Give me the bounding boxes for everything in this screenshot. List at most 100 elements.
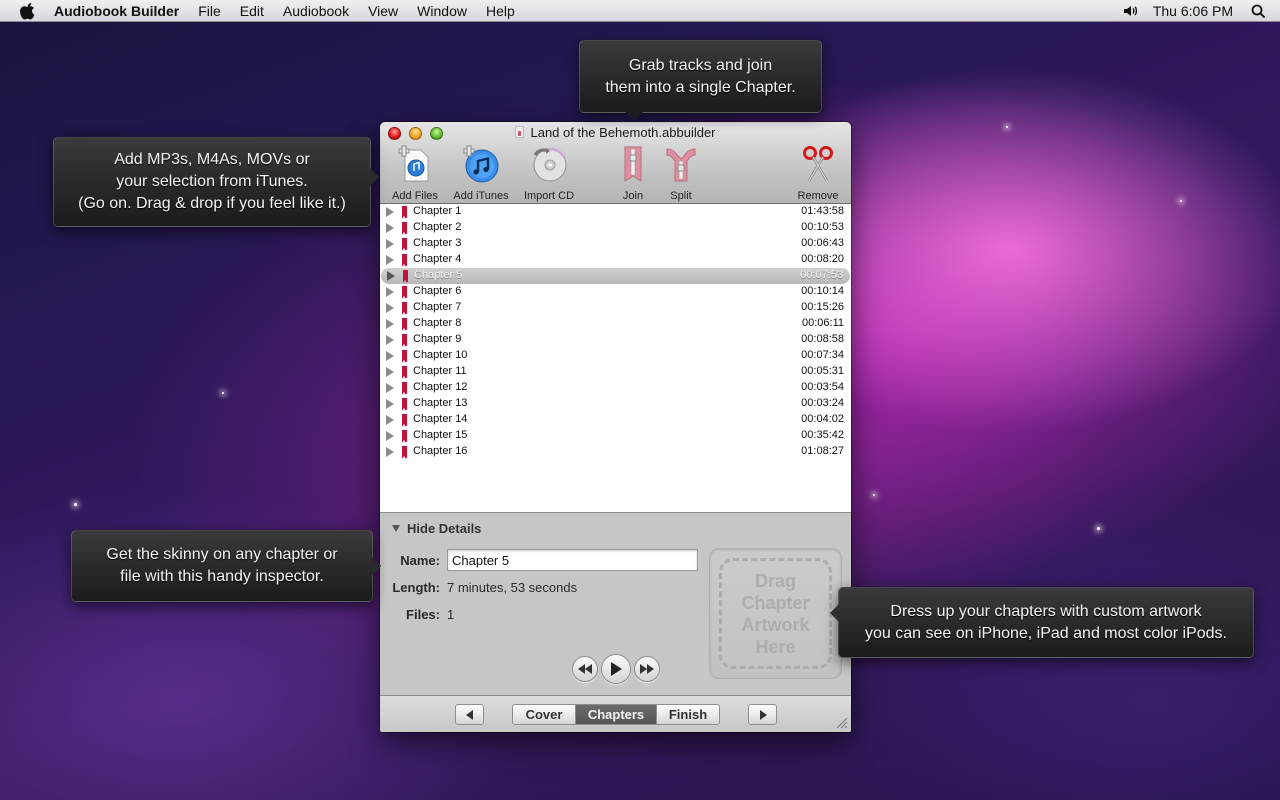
chapter-bookmark-icon	[402, 414, 407, 427]
expand-triangle-icon[interactable]	[386, 319, 394, 329]
menu-audiobook[interactable]: Audiobook	[283, 3, 349, 19]
chapter-row[interactable]: Chapter 1 01:43:58	[380, 204, 851, 220]
background-star	[1097, 527, 1100, 530]
fast-forward-icon	[640, 664, 654, 674]
expand-triangle-icon[interactable]	[386, 303, 394, 313]
resize-grip-icon[interactable]	[834, 715, 848, 729]
add-files-button[interactable]: Add Files	[380, 144, 450, 202]
chapter-row[interactable]: Chapter 13 00:03:24	[380, 396, 851, 412]
chapter-name: Chapter 7	[413, 301, 462, 313]
chapter-row[interactable]: Chapter 16 01:08:27	[380, 444, 851, 460]
chapter-row[interactable]: Chapter 3 00:06:43	[380, 236, 851, 252]
split-button[interactable]: Split	[646, 144, 716, 202]
volume-icon[interactable]	[1123, 4, 1139, 18]
expand-triangle-icon[interactable]	[386, 351, 394, 361]
expand-triangle-icon[interactable]	[386, 383, 394, 393]
expand-triangle-icon[interactable]	[386, 287, 394, 297]
menu-edit[interactable]: Edit	[240, 3, 264, 19]
chapter-row[interactable]: Chapter 14 00:04:02	[380, 412, 851, 428]
document-icon	[515, 126, 525, 138]
chapter-row[interactable]: Chapter 2 00:10:53	[380, 220, 851, 236]
chapter-duration: 00:05:31	[801, 365, 844, 377]
menu-view[interactable]: View	[368, 3, 398, 19]
spotlight-search-icon[interactable]	[1251, 4, 1266, 19]
callout-add-line-3: (Go on. Drag & drop if you feel like it.…	[78, 195, 346, 212]
itunes-icon	[461, 144, 501, 184]
chapter-duration: 00:08:58	[801, 333, 844, 345]
callout-join-line-2: them into a single Chapter.	[605, 78, 796, 96]
unified-toolbar: Land of the Behemoth.abbuilder Add Files	[380, 122, 851, 204]
chapter-row[interactable]: Chapter 5 00:07:53	[381, 268, 850, 284]
next-step-button[interactable]	[748, 704, 777, 725]
chapter-row[interactable]: Chapter 6 00:10:14	[380, 284, 851, 300]
chapter-name-input[interactable]	[447, 549, 698, 571]
chapter-row[interactable]: Chapter 12 00:03:54	[380, 380, 851, 396]
chapter-row[interactable]: Chapter 10 00:07:34	[380, 348, 851, 364]
chapter-row[interactable]: Chapter 7 00:15:26	[380, 300, 851, 316]
play-icon	[611, 662, 622, 676]
play-button[interactable]	[601, 654, 631, 684]
chapter-name: Chapter 14	[413, 413, 468, 425]
window-title-text: Land of the Behemoth.abbuilder	[530, 125, 716, 140]
left-arrow-icon	[465, 709, 473, 720]
previous-step-button[interactable]	[455, 704, 484, 725]
tab-cover[interactable]: Cover	[513, 705, 576, 724]
import-cd-label: Import CD	[523, 190, 575, 202]
rewind-button[interactable]	[572, 656, 598, 682]
chapter-name: Chapter 12	[413, 381, 468, 393]
chapter-bookmark-icon	[402, 238, 407, 251]
chapter-duration: 01:08:27	[801, 445, 844, 457]
chapter-duration: 00:06:43	[801, 237, 844, 249]
menu-window[interactable]: Window	[417, 3, 467, 19]
chapter-bookmark-icon	[402, 398, 407, 411]
chapter-row[interactable]: Chapter 15 00:35:42	[380, 428, 851, 444]
add-itunes-button[interactable]: Add iTunes	[446, 144, 516, 202]
expand-triangle-icon[interactable]	[387, 271, 395, 281]
expand-triangle-icon[interactable]	[386, 239, 394, 249]
expand-triangle-icon[interactable]	[386, 223, 394, 233]
expand-triangle-icon[interactable]	[386, 207, 394, 217]
remove-label: Remove	[797, 190, 839, 202]
expand-triangle-icon[interactable]	[386, 431, 394, 441]
chapter-row[interactable]: Chapter 11 00:05:31	[380, 364, 851, 380]
remove-button[interactable]: Remove	[783, 144, 851, 202]
tab-finish[interactable]: Finish	[657, 705, 719, 724]
playback-controls	[572, 654, 660, 684]
background-star	[873, 494, 875, 496]
background-star	[1006, 126, 1008, 128]
chapter-artwork-drop-well[interactable]: Drag Chapter Artwork Here	[709, 548, 842, 679]
background-star	[222, 392, 224, 394]
files-label: Files:	[406, 607, 440, 622]
fast-forward-button[interactable]	[634, 656, 660, 682]
menu-help[interactable]: Help	[486, 3, 515, 19]
menu-clock[interactable]: Thu 6:06 PM	[1153, 3, 1233, 19]
apple-icon[interactable]	[18, 2, 38, 20]
chapter-row[interactable]: Chapter 9 00:08:58	[380, 332, 851, 348]
chapter-list[interactable]: Chapter 1 01:43:58 Chapter 2 00:10:53 Chapte…	[380, 204, 851, 513]
add-files-label: Add Files	[392, 190, 438, 202]
expand-triangle-icon[interactable]	[386, 367, 394, 377]
chapter-duration: 00:03:24	[801, 397, 844, 409]
expand-triangle-icon[interactable]	[386, 335, 394, 345]
details-inspector: Hide Details Name: Length: 7 minutes, 53…	[380, 513, 851, 696]
expand-triangle-icon[interactable]	[386, 399, 394, 409]
chapter-bookmark-icon	[402, 302, 407, 315]
chapter-row[interactable]: Chapter 4 00:08:20	[380, 252, 851, 268]
hide-details-label: Hide Details	[407, 521, 482, 536]
audiobook-builder-window: Land of the Behemoth.abbuilder Add Files	[380, 122, 851, 732]
tab-chapters[interactable]: Chapters	[576, 705, 657, 724]
callout-inspector: Get the skinny on any chapter or file wi…	[71, 530, 381, 602]
expand-triangle-icon[interactable]	[386, 447, 394, 457]
chapter-bookmark-icon	[402, 286, 407, 299]
import-cd-button[interactable]: Import CD	[514, 144, 584, 202]
add-itunes-label: Add iTunes	[453, 190, 509, 202]
chapter-name: Chapter 2	[413, 221, 462, 233]
scissors-icon	[798, 144, 838, 184]
chapter-name: Chapter 13	[413, 397, 468, 409]
hide-details-toggle[interactable]: Hide Details	[392, 521, 481, 536]
menu-app-name[interactable]: Audiobook Builder	[54, 3, 179, 19]
expand-triangle-icon[interactable]	[386, 255, 394, 265]
expand-triangle-icon[interactable]	[386, 415, 394, 425]
chapter-row[interactable]: Chapter 8 00:06:11	[380, 316, 851, 332]
menu-file[interactable]: File	[198, 3, 221, 19]
